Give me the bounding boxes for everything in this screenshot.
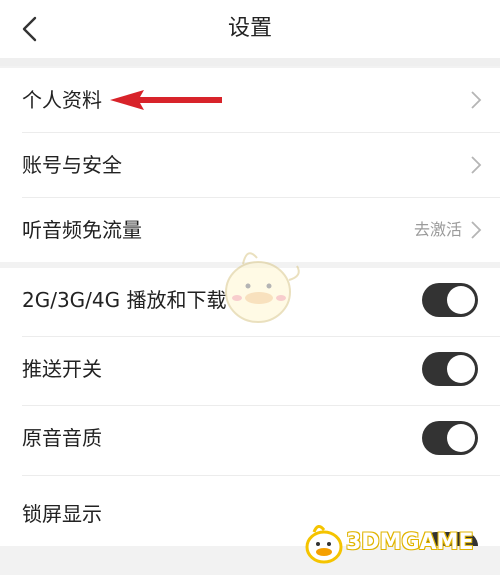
logo-mascot-icon <box>305 525 343 564</box>
3dmgame-logo: 3DMGAME <box>300 520 500 566</box>
top-bar: 设置 <box>0 0 500 58</box>
page-title: 设置 <box>227 16 272 41</box>
row-label: 听音频免流量 <box>22 218 142 242</box>
chevron-right-icon <box>471 221 482 239</box>
chevron-right-icon <box>471 91 482 109</box>
settings-row-original-quality: 原音音质 <box>0 406 500 470</box>
settings-row-account-security[interactable]: 账号与安全 <box>0 133 500 197</box>
divider <box>22 475 500 476</box>
toggle-knob <box>447 424 475 452</box>
chevron-right-icon <box>471 156 482 174</box>
mascot-watermark <box>225 252 300 323</box>
header-divider <box>0 58 500 66</box>
row-label: 个人资料 <box>22 88 102 112</box>
row-label: 推送开关 <box>22 357 102 381</box>
logo-text: 3DMGAME <box>346 530 474 555</box>
row-label: 锁屏显示 <box>22 502 102 526</box>
mobile-data-toggle[interactable] <box>422 283 478 317</box>
account-settings-group: 个人资料 账号与安全 听音频免流量 去激活 <box>0 68 500 262</box>
settings-row-profile[interactable]: 个人资料 <box>0 68 500 132</box>
row-label: 原音音质 <box>22 426 102 450</box>
row-label: 账号与安全 <box>22 153 122 177</box>
toggle-knob <box>447 355 475 383</box>
push-toggle[interactable] <box>422 352 478 386</box>
settings-row-push: 推送开关 <box>0 337 500 401</box>
deactivate-link[interactable]: 去激活 <box>414 198 462 262</box>
toggle-knob <box>447 286 475 314</box>
annotation-arrow <box>110 90 222 110</box>
original-quality-toggle[interactable] <box>422 421 478 455</box>
row-label: 2G/3G/4G 播放和下载 <box>22 288 227 312</box>
